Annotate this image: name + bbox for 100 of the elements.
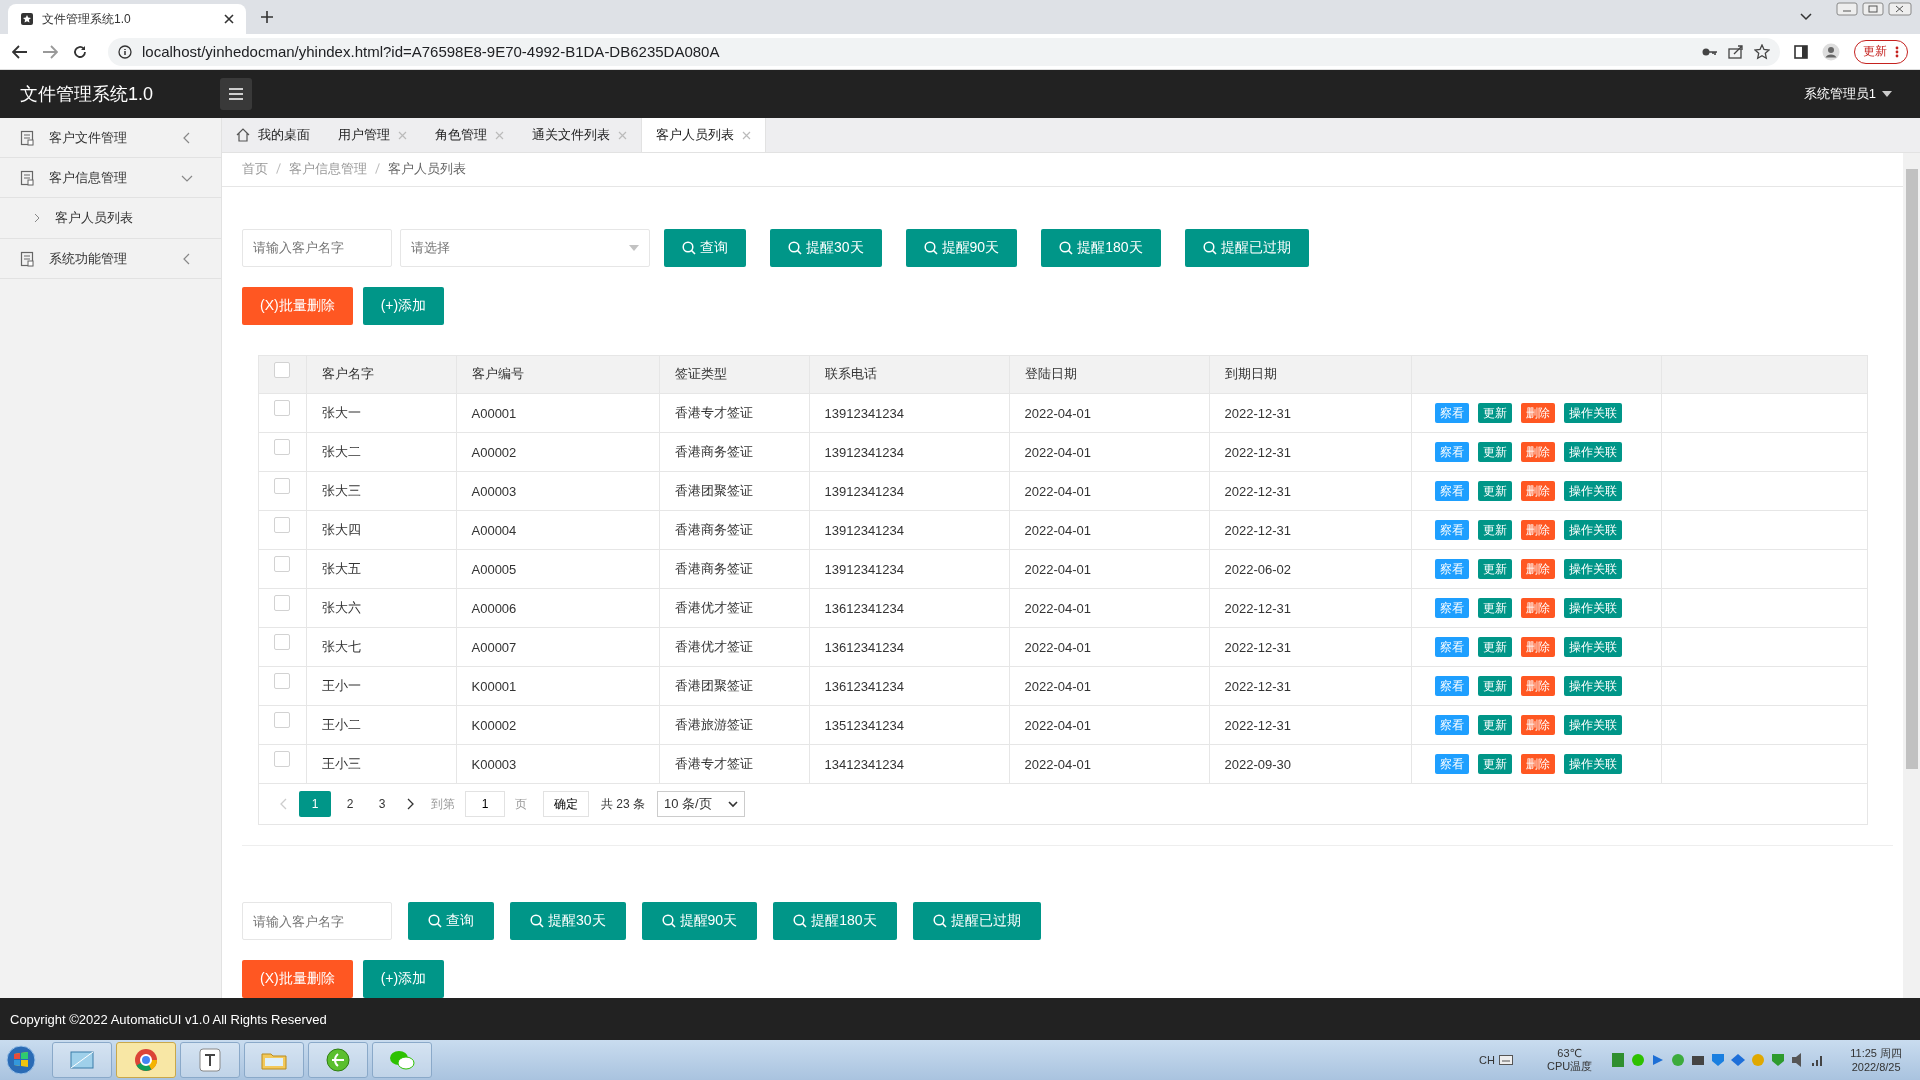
- link-button[interactable]: 操作关联: [1563, 676, 1622, 697]
- checkbox[interactable]: [274, 673, 291, 690]
- checkbox[interactable]: [274, 400, 291, 417]
- tab[interactable]: 我的桌面: [222, 118, 324, 152]
- sidebar-item[interactable]: 客户信息管理: [0, 158, 221, 198]
- update-button[interactable]: 更新: [1477, 637, 1512, 658]
- taskbar-app[interactable]: [244, 1042, 304, 1078]
- view-button[interactable]: 察看: [1434, 598, 1469, 619]
- taskbar-app[interactable]: [52, 1042, 112, 1078]
- update-button[interactable]: 更新: [1477, 715, 1512, 736]
- delete-button[interactable]: 删除: [1520, 403, 1555, 424]
- page-button[interactable]: 3: [369, 791, 395, 818]
- add-button[interactable]: (+)添加: [362, 960, 445, 998]
- language-indicator[interactable]: CH: [1479, 1054, 1495, 1066]
- search-button[interactable]: 提醒180天: [773, 902, 897, 940]
- link-button[interactable]: 操作关联: [1563, 520, 1622, 541]
- checkbox[interactable]: [274, 595, 291, 612]
- search-field[interactable]: 请输入客户名字: [242, 228, 392, 267]
- breadcrumb-link[interactable]: 客户人员列表: [388, 160, 466, 179]
- delete-button[interactable]: 删除: [1520, 481, 1555, 502]
- page-button[interactable]: 2: [337, 791, 363, 818]
- search-field[interactable]: 请输入客户名字: [242, 902, 392, 940]
- view-button[interactable]: 察看: [1434, 715, 1469, 736]
- search-button[interactable]: 提醒30天: [770, 228, 882, 267]
- batch-delete-button[interactable]: (X)批量删除: [242, 286, 353, 325]
- checkbox[interactable]: [274, 751, 291, 768]
- taskbar-app[interactable]: [372, 1042, 432, 1078]
- search-button[interactable]: 查询: [408, 902, 494, 940]
- checkbox[interactable]: [274, 556, 291, 573]
- checkbox[interactable]: [274, 478, 291, 495]
- search-button[interactable]: 提醒已过期: [1184, 228, 1309, 267]
- search-button[interactable]: 提醒30天: [510, 902, 626, 940]
- view-button[interactable]: 察看: [1434, 676, 1469, 697]
- checkbox[interactable]: [274, 712, 291, 729]
- search-button[interactable]: 提醒90天: [641, 902, 758, 940]
- delete-button[interactable]: 删除: [1520, 715, 1555, 736]
- link-button[interactable]: 操作关联: [1563, 637, 1622, 658]
- delete-button[interactable]: 删除: [1520, 598, 1555, 619]
- tab[interactable]: 用户管理: [324, 118, 421, 152]
- link-button[interactable]: 操作关联: [1563, 559, 1622, 580]
- delete-button[interactable]: 删除: [1520, 637, 1555, 658]
- checkbox[interactable]: [274, 517, 291, 534]
- delete-button[interactable]: 删除: [1520, 442, 1555, 463]
- view-button[interactable]: 察看: [1434, 403, 1469, 424]
- delete-button[interactable]: 删除: [1520, 754, 1555, 775]
- view-button[interactable]: 察看: [1434, 559, 1469, 580]
- link-button[interactable]: 操作关联: [1563, 754, 1622, 775]
- view-button[interactable]: 察看: [1434, 481, 1469, 502]
- checkbox[interactable]: [274, 361, 291, 378]
- update-button[interactable]: 更新: [1477, 481, 1512, 502]
- search-button[interactable]: 查询: [664, 228, 746, 267]
- link-button[interactable]: 操作关联: [1563, 481, 1622, 502]
- tab[interactable]: 通关文件列表: [518, 118, 641, 152]
- view-button[interactable]: 察看: [1434, 520, 1469, 541]
- browser-tab[interactable]: 文件管理系统1.0: [8, 4, 246, 34]
- update-button[interactable]: 更新: [1477, 676, 1512, 697]
- taskbar-app[interactable]: [180, 1042, 240, 1078]
- update-button[interactable]: 更新: [1477, 598, 1512, 619]
- menu-button[interactable]: [220, 78, 252, 110]
- taskbar-app[interactable]: [308, 1042, 368, 1078]
- link-button[interactable]: 操作关联: [1563, 442, 1622, 463]
- page-button[interactable]: 1: [299, 791, 331, 818]
- update-button[interactable]: 更新: [1477, 442, 1512, 463]
- scrollbar[interactable]: [1903, 153, 1920, 998]
- sidebar-item[interactable]: 客户文件管理: [0, 118, 221, 158]
- view-button[interactable]: 察看: [1434, 754, 1469, 775]
- taskbar-app[interactable]: [116, 1042, 176, 1078]
- delete-button[interactable]: 删除: [1520, 559, 1555, 580]
- link-button[interactable]: 操作关联: [1563, 598, 1622, 619]
- checkbox[interactable]: [274, 634, 291, 651]
- search-button[interactable]: 提醒180天: [1041, 228, 1161, 267]
- page-size-select[interactable]: 10 条/页: [657, 791, 745, 818]
- update-button[interactable]: 更新: [1477, 403, 1512, 424]
- batch-delete-button[interactable]: (X)批量删除: [242, 960, 353, 998]
- breadcrumb-link[interactable]: 客户信息管理: [289, 160, 367, 179]
- select-field[interactable]: 请选择: [400, 228, 650, 267]
- update-button[interactable]: 更新: [1854, 39, 1908, 64]
- tab[interactable]: 客户人员列表: [641, 118, 766, 152]
- user-menu[interactable]: 系统管理员1: [1797, 84, 1898, 104]
- page-input[interactable]: 1: [465, 791, 505, 818]
- sidebar-subitem[interactable]: 客户人员列表: [34, 204, 221, 232]
- view-button[interactable]: 察看: [1434, 637, 1469, 658]
- update-button[interactable]: 更新: [1477, 754, 1512, 775]
- link-button[interactable]: 操作关联: [1563, 715, 1622, 736]
- view-button[interactable]: 察看: [1434, 442, 1469, 463]
- search-button[interactable]: 提醒90天: [905, 228, 1018, 267]
- breadcrumb-link[interactable]: 首页: [242, 160, 268, 179]
- star-icon: [1754, 43, 1770, 60]
- address-bar[interactable]: localhost/yinhedocman/yhindex.html?id=A76598E8-9E70-4992-B1DA-DB6235DA080A: [108, 37, 1780, 66]
- checkbox[interactable]: [274, 439, 291, 456]
- add-button[interactable]: (+)添加: [362, 286, 445, 325]
- link-button[interactable]: 操作关联: [1563, 403, 1622, 424]
- confirm-button[interactable]: 确定: [543, 791, 589, 818]
- tab[interactable]: 角色管理: [421, 118, 518, 152]
- update-button[interactable]: 更新: [1477, 520, 1512, 541]
- search-button[interactable]: 提醒已过期: [912, 902, 1041, 940]
- sidebar-item[interactable]: 系统功能管理: [0, 239, 221, 279]
- delete-button[interactable]: 删除: [1520, 676, 1555, 697]
- delete-button[interactable]: 删除: [1520, 520, 1555, 541]
- update-button[interactable]: 更新: [1477, 559, 1512, 580]
